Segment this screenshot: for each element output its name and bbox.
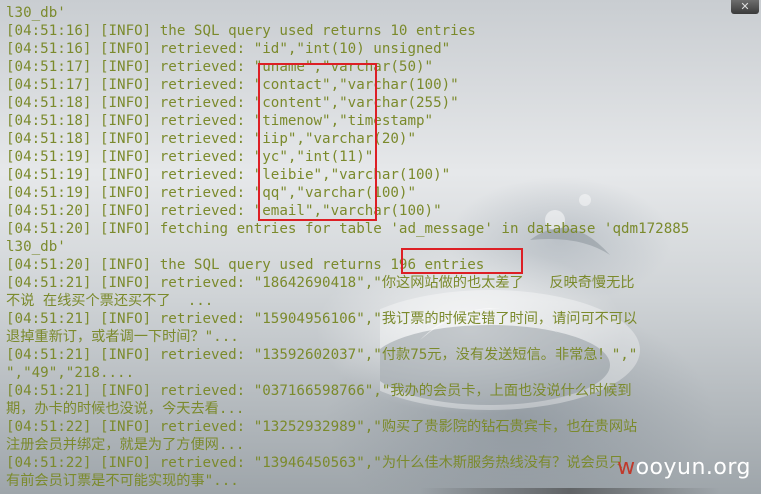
terminal-window[interactable]: l30_db' [04:51:16] [INFO] the SQL query u… [0,0,761,494]
console-line: [04:51:19] [INFO] retrieved: "qq","varch… [6,185,416,201]
console-line: [04:51:17] [INFO] retrieved: "uname","va… [6,59,434,75]
console-line: [04:51:19] [INFO] retrieved: "leibie","v… [6,167,451,183]
console-line: [04:51:19] [INFO] retrieved: "yc","int(1… [6,149,374,165]
watermark-prefix: w [617,455,636,480]
watermark: wooyun.org [617,455,751,480]
console-line: [04:51:17] [INFO] retrieved: "contact","… [6,77,459,93]
console-line: [04:51:20] [INFO] fetching entries for t… [6,221,690,237]
console-line: [04:51:20] [INFO] the SQL query used ret… [6,257,485,273]
console-line: [04:51:16] [INFO] retrieved: "id","int(1… [6,41,451,57]
console-line: l30_db' [6,239,66,255]
console-line: ","49","218.... [6,365,135,381]
watermark-text: ooyun.org [635,455,751,480]
console-line: [04:51:21] [INFO] retrieved: "1864269041… [6,275,635,291]
console-line: [04:51:22] [INFO] retrieved: "1325293298… [6,419,638,435]
console-line: 注册会员并绑定，就是为了方便网... [6,437,245,453]
taskbar-strip [420,488,720,494]
console-line: [04:51:20] [INFO] retrieved: "email","va… [6,203,442,219]
console-line: 不说 在线买个票还买不了 ... [6,293,214,309]
console-line: [04:51:21] [INFO] retrieved: "1359260203… [6,347,638,363]
console-line: 退掉重新订，或者调一下时间？"... [6,329,239,345]
console-line: [04:51:18] [INFO] retrieved: "iip","varc… [6,131,416,147]
highlight-box-column-names [258,63,377,221]
console-line: [04:51:18] [INFO] retrieved: "timenow","… [6,113,434,129]
console-line: 期，办卡的时候也没说，今天去看... [6,401,245,417]
highlight-box-entry-count [401,248,523,274]
console-line: l30_db' [6,5,66,21]
console-line: [04:51:16] [INFO] the SQL query used ret… [6,23,476,39]
console-output: l30_db' [04:51:16] [INFO] the SQL query u… [6,4,761,490]
console-line: [04:51:21] [INFO] retrieved: "0371665987… [6,383,632,399]
close-button[interactable]: ✕ [731,0,759,14]
console-line: [04:51:18] [INFO] retrieved: "content","… [6,95,459,111]
console-line: [04:51:21] [INFO] retrieved: "1590495610… [6,311,638,327]
